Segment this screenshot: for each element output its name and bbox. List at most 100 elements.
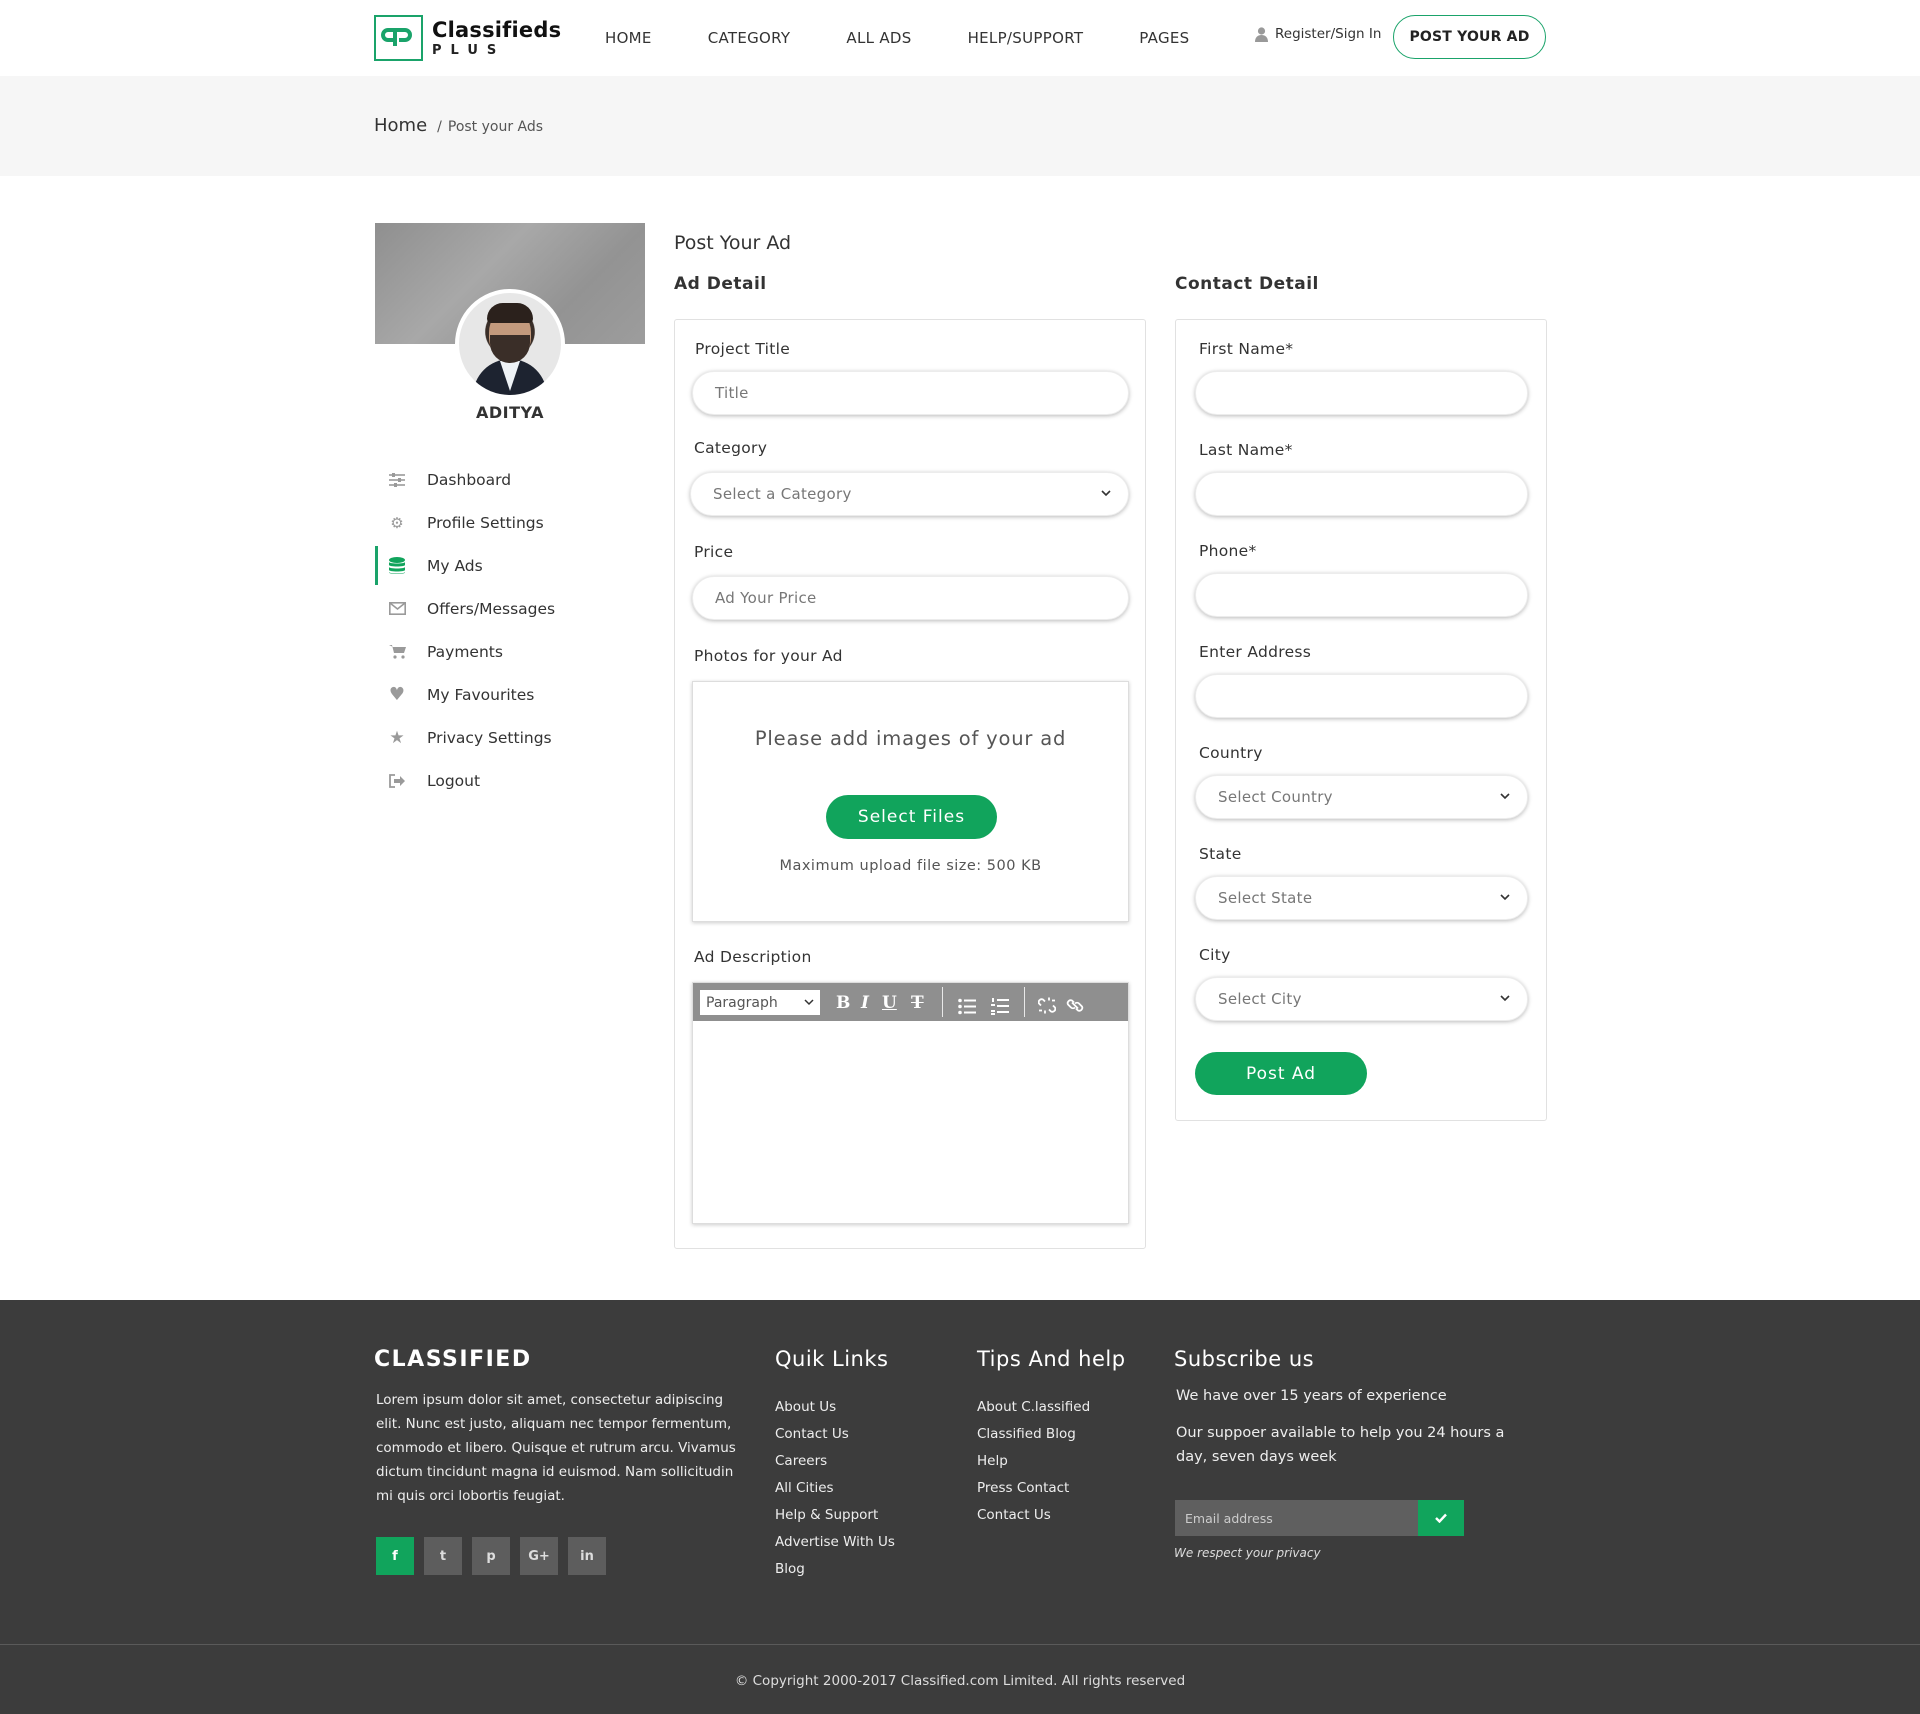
- footer-divider: [0, 1644, 1920, 1645]
- site-footer: CLASSIFIED Lorem ipsum dolor sit amet, c…: [0, 1300, 1920, 1714]
- sidebar-item-payments[interactable]: Payments: [375, 630, 645, 673]
- editor-toolbar: Paragraph B I U T: [693, 983, 1128, 1021]
- register-signin-link[interactable]: Register/Sign In: [1255, 26, 1381, 42]
- gear-icon: ⚙: [390, 513, 404, 532]
- footer-link[interactable]: All Cities: [775, 1475, 895, 1502]
- sidebar-item-offers-messages[interactable]: Offers/Messages: [375, 587, 645, 630]
- ad-description-editor: Paragraph B I U T: [692, 982, 1129, 1224]
- footer-link[interactable]: Help & Support: [775, 1502, 895, 1529]
- category-value: Select a Category: [713, 485, 852, 503]
- page-title: Post Your Ad: [674, 232, 792, 254]
- sidebar-item-profile-settings[interactable]: ⚙ Profile Settings: [375, 501, 645, 544]
- footer-brand: CLASSIFIED: [374, 1347, 532, 1372]
- country-label: Country: [1199, 744, 1263, 762]
- phone-input[interactable]: [1195, 573, 1528, 617]
- sidebar-menu: Dashboard ⚙ Profile Settings My Ads Offe…: [375, 458, 645, 802]
- max-upload-size: Maximum upload file size: 500 KB: [779, 858, 1042, 874]
- signin-label: Register/Sign In: [1275, 26, 1382, 42]
- footer-link[interactable]: Contact Us: [977, 1502, 1090, 1529]
- project-title-input[interactable]: Title: [692, 371, 1129, 415]
- pinterest-icon[interactable]: p: [472, 1537, 510, 1575]
- sidebar-item-dashboard[interactable]: Dashboard: [375, 458, 645, 501]
- numbered-list-icon[interactable]: [991, 994, 1009, 1019]
- paragraph-format-select[interactable]: Paragraph: [700, 990, 820, 1015]
- footer-link[interactable]: Press Contact: [977, 1475, 1090, 1502]
- footer-description: Lorem ipsum dolor sit amet, consectetur …: [376, 1392, 736, 1504]
- database-icon: [388, 556, 406, 575]
- copyright: © Copyright 2000-2017 Classified.com Lim…: [734, 1673, 1186, 1689]
- footer-link[interactable]: Blog: [775, 1556, 895, 1583]
- site-header: Classifieds PLUS HOME CATEGORY ALL ADS H…: [0, 0, 1920, 76]
- footer-link[interactable]: About Us: [775, 1394, 895, 1421]
- italic-icon[interactable]: I: [861, 990, 869, 1015]
- sidebar-item-label: Dashboard: [427, 470, 512, 489]
- chevron-down-icon: [1101, 490, 1111, 497]
- state-value: Select State: [1218, 889, 1313, 907]
- chevron-down-icon: [1500, 793, 1510, 800]
- sidebar-item-label: My Favourites: [427, 685, 535, 704]
- address-input[interactable]: [1195, 674, 1528, 718]
- footer-link[interactable]: Advertise With Us: [775, 1529, 895, 1556]
- unlink-icon[interactable]: [1038, 993, 1056, 1018]
- nav-pages[interactable]: PAGES: [1139, 29, 1189, 47]
- breadcrumb-current: Post your Ads: [447, 119, 544, 135]
- sidebar-item-my-favourites[interactable]: ♥ My Favourites: [375, 673, 645, 716]
- select-files-button[interactable]: Select Files: [826, 795, 997, 839]
- breadcrumb-home[interactable]: Home: [374, 115, 427, 136]
- sidebar-item-my-ads[interactable]: My Ads: [375, 544, 645, 587]
- linkedin-icon[interactable]: in: [568, 1537, 606, 1575]
- main-nav: HOME CATEGORY ALL ADS HELP/SUPPORT PAGES: [605, 0, 1246, 76]
- subscribe-button[interactable]: [1418, 1500, 1464, 1536]
- state-select[interactable]: Select State: [1195, 876, 1528, 920]
- bold-icon[interactable]: B: [836, 990, 850, 1015]
- post-your-ad-button[interactable]: POST YOUR AD: [1393, 15, 1546, 59]
- sign-out-icon: [388, 772, 406, 790]
- city-select[interactable]: Select City: [1195, 977, 1528, 1021]
- chevron-down-icon: [1500, 995, 1510, 1002]
- subscribe-text: Our suppoer available to help you 24 hou…: [1176, 1425, 1505, 1465]
- cart-icon: [388, 643, 406, 661]
- facebook-icon[interactable]: f: [376, 1537, 414, 1575]
- google-plus-icon[interactable]: G+: [520, 1537, 558, 1575]
- footer-link[interactable]: Careers: [775, 1448, 895, 1475]
- footer-link[interactable]: Contact Us: [775, 1421, 895, 1448]
- underline-icon[interactable]: U: [882, 990, 897, 1015]
- footer-link[interactable]: Help: [977, 1448, 1090, 1475]
- city-value: Select City: [1218, 990, 1302, 1008]
- sidebar-item-privacy-settings[interactable]: ★ Privacy Settings: [375, 716, 645, 759]
- nav-help-support[interactable]: HELP/SUPPORT: [968, 29, 1084, 47]
- photos-label: Photos for your Ad: [694, 647, 843, 665]
- twitter-icon[interactable]: t: [424, 1537, 462, 1575]
- user-icon: [1255, 26, 1268, 42]
- nav-all-ads[interactable]: ALL ADS: [846, 29, 911, 47]
- nav-home[interactable]: HOME: [605, 29, 652, 47]
- city-label: City: [1199, 946, 1231, 964]
- nav-category[interactable]: CATEGORY: [708, 29, 791, 47]
- chevron-down-icon: [1500, 894, 1510, 901]
- price-input[interactable]: Ad Your Price: [692, 576, 1129, 620]
- link-icon[interactable]: [1066, 993, 1084, 1018]
- subscribe-heading: Subscribe us: [1174, 1347, 1315, 1371]
- footer-link[interactable]: About C.lassified: [977, 1394, 1090, 1421]
- user-name: ADITYA: [476, 403, 544, 422]
- breadcrumb: Home / Post your Ads: [374, 115, 543, 136]
- photo-upload-area[interactable]: Please add images of your ad Select File…: [692, 681, 1129, 922]
- state-label: State: [1199, 845, 1242, 863]
- post-ad-button[interactable]: Post Ad: [1195, 1052, 1367, 1095]
- last-name-label: Last Name*: [1199, 441, 1293, 459]
- footer-link[interactable]: Classified Blog: [977, 1421, 1090, 1448]
- strikethrough-icon[interactable]: T: [911, 990, 924, 1015]
- first-name-input[interactable]: [1195, 371, 1528, 415]
- sidebar-item-label: Offers/Messages: [427, 599, 556, 618]
- phone-label: Phone*: [1199, 542, 1257, 560]
- site-logo[interactable]: Classifieds PLUS: [374, 15, 561, 61]
- category-select[interactable]: Select a Category: [690, 472, 1129, 516]
- sidebar-item-logout[interactable]: Logout: [375, 759, 645, 802]
- project-title-label: Project Title: [695, 340, 791, 358]
- bullet-list-icon[interactable]: [958, 994, 976, 1019]
- country-select[interactable]: Select Country: [1195, 775, 1528, 819]
- paragraph-format-value: Paragraph: [706, 994, 778, 1011]
- last-name-input[interactable]: [1195, 472, 1528, 516]
- chevron-down-icon: [804, 999, 814, 1006]
- logo-title: Classifieds: [432, 17, 562, 42]
